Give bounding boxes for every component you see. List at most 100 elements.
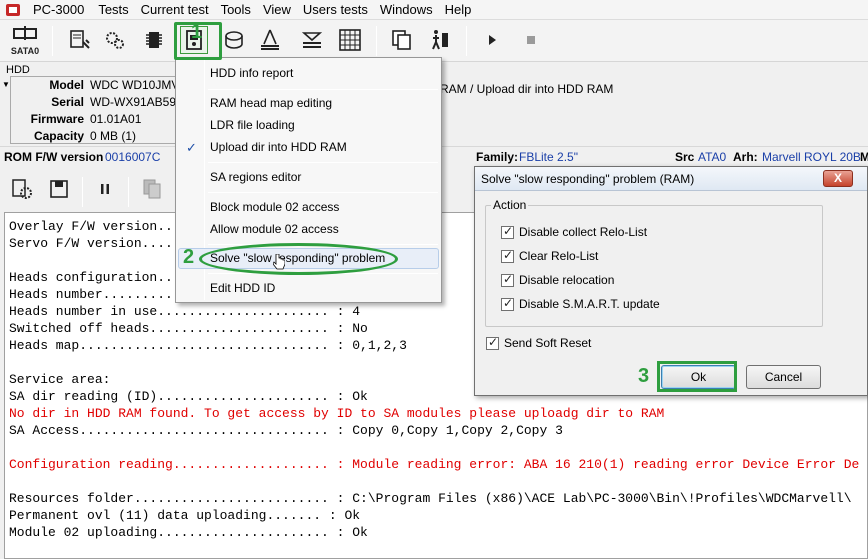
step-3-label: 3 [638,365,650,387]
grid-map-button[interactable] [336,26,364,54]
hdd-capacity-key: Capacity [33,129,84,143]
drive-tools-icon [70,30,90,49]
checkbox-checked-icon [501,248,514,263]
test-settings-button[interactable] [8,175,36,203]
platter-button[interactable] [298,26,326,54]
sata-connector-icon [13,26,37,40]
family-label: Family: [476,150,519,164]
copy-log-button[interactable] [138,175,166,203]
menu-users-tests[interactable]: Users tests [297,0,374,20]
hdd-serial-row: Serial WD-WX91AB596 [10,95,182,112]
disable-relocation-checkbox[interactable]: Disable relocation [501,272,614,288]
copy-pages-icon [392,30,411,50]
menu-item-edit-hdd-id[interactable]: Edit HDD ID [178,278,439,299]
checkbox-checked-icon [501,296,514,311]
menu-item-label: SA regions editor [210,170,302,184]
send-soft-reset-checkbox[interactable]: Send Soft Reset [486,335,591,351]
chip-button[interactable] [140,26,168,54]
expand-arrow-icon[interactable]: ▼ [2,80,10,89]
checkbox-label: Clear Relo-List [519,249,599,263]
rom-fw-label: ROM F/W version [4,150,104,164]
sata-port-label: SATA0 [10,46,40,56]
upload-status-text: RAM / Upload dir into HDD RAM [440,82,614,96]
log-line: Service area: [9,372,111,387]
menu-view[interactable]: View [257,0,297,20]
stop-button[interactable] [517,26,545,54]
hdd-section-label: HDD [6,64,30,76]
menu-app-name[interactable]: PC-3000 [27,0,92,20]
menu-item-label: Block module 02 access [210,200,340,214]
checkbox-label: Send Soft Reset [504,336,592,350]
heads-stack-icon [261,29,279,50]
menu-tests[interactable]: Tests [92,0,134,20]
checkmark-icon: ✓ [186,140,197,155]
menu-item-block-module-02[interactable]: Block module 02 access [178,197,439,218]
menu-item-label: HDD info report [210,66,294,80]
save-report-button[interactable] [45,175,73,203]
menu-item-upload-dir[interactable]: ✓ Upload dir into HDD RAM [178,137,439,158]
run-script-button[interactable] [425,26,453,54]
checkbox-label: Disable relocation [519,273,615,287]
close-button[interactable]: X [823,170,853,187]
menu-separator [208,89,438,90]
log-line-error: Configuration reading...................… [9,457,860,472]
heads-button[interactable] [256,26,284,54]
chip-icon [146,32,162,48]
toolbar-separator [466,26,467,56]
disable-collect-relo-list-checkbox[interactable]: Disable collect Relo-List [501,224,647,240]
disk-button[interactable] [220,26,248,54]
menu-bar: PC-3000 Tests Current test Tools View Us… [0,0,868,20]
menu-item-label: Edit HDD ID [210,281,276,295]
app-logo-icon [4,2,24,18]
hdd-firmware-key: Firmware [30,112,84,126]
menu-current-test[interactable]: Current test [135,0,215,20]
src-value: ATA0 [698,150,727,164]
menu-help[interactable]: Help [439,0,478,20]
sata-port-button[interactable]: SATA0 [5,23,45,59]
menu-item-sa-regions-editor[interactable]: SA regions editor [178,167,439,188]
highlight-ok-button [657,361,737,392]
m-label: M [860,150,868,164]
pause-button[interactable] [91,175,119,203]
clear-relo-list-checkbox[interactable]: Clear Relo-List [501,248,598,264]
menu-tools[interactable]: Tools [215,0,257,20]
arh-label: Arh: [733,150,758,164]
arh-value: Marvell ROYL 20B [762,150,861,164]
gears-icon [106,32,124,49]
log-line: Heads map...............................… [9,338,407,353]
action-group-label: Action [491,198,529,212]
log-line: Servo F/W version.... [9,236,173,251]
copy-button[interactable] [388,26,416,54]
save-disk-icon [50,180,68,198]
log-line-error: No dir in HDD RAM found. To get access b… [9,406,665,421]
menu-item-ldr-file-loading[interactable]: LDR file loading [178,115,439,136]
cancel-button[interactable]: Cancel [746,365,821,389]
log-line: Heads number in use.....................… [9,304,361,319]
hdd-firmware-value: 01.01A01 [90,112,142,126]
log-line: Resources folder........................… [9,491,852,506]
play-button[interactable] [478,26,506,54]
log-line: Overlay F/W version... [9,219,181,234]
log-line: Permanent ovl (11) data uploading.......… [9,508,361,523]
disable-smart-update-checkbox[interactable]: Disable S.M.A.R.T. update [501,296,660,312]
menu-windows[interactable]: Windows [374,0,439,20]
menu-item-label: Allow module 02 access [210,222,339,236]
pause-icon [101,184,109,194]
menu-item-ram-head-map[interactable]: RAM head map editing [178,93,439,114]
menu-item-hdd-info-report[interactable]: HDD info report [178,63,439,84]
src-label: Src [675,150,695,164]
log-line: Heads number.......... [9,287,181,302]
copy-grey-icon [143,179,161,199]
hdd-model-key: Model [49,78,84,92]
menu-item-label: RAM head map editing [210,96,333,110]
hdd-model-row: Model WDC WD10JMVW [10,78,190,95]
rom-fw-value: 0016007C [105,150,161,164]
step-2-label: 2 [183,246,195,268]
drive-tools-button[interactable] [66,26,94,54]
settings-button[interactable] [101,26,129,54]
play-icon [489,35,496,45]
menu-item-allow-module-02[interactable]: Allow module 02 access [178,219,439,240]
highlight-menu-item [199,243,398,275]
hdd-capacity-value: 0 MB (1) [90,129,137,143]
checkbox-checked-icon [501,224,514,239]
